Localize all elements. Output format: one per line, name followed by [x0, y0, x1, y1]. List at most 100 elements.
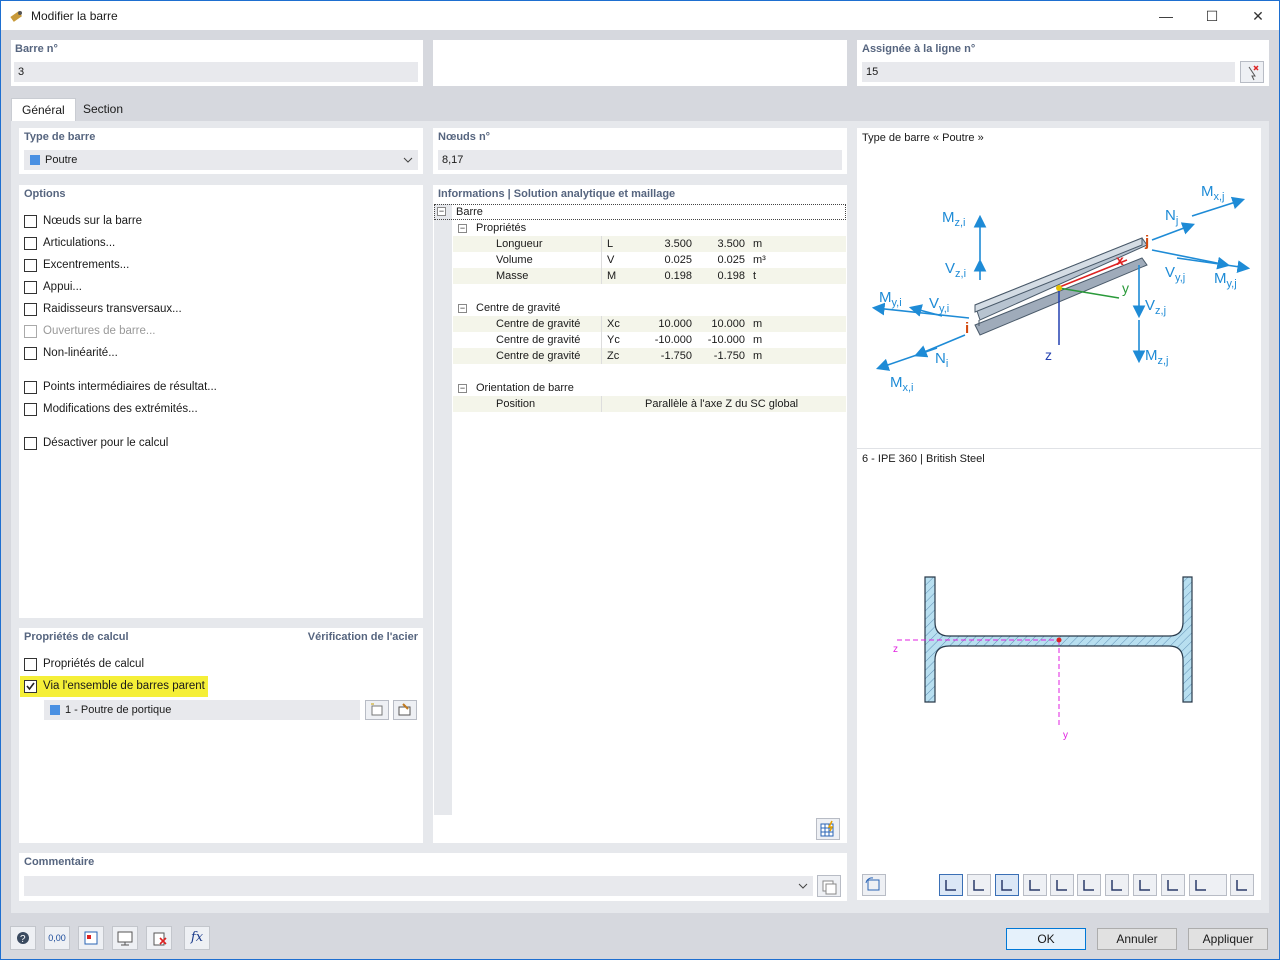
option-label: Désactiver pour le calcul [43, 437, 169, 449]
stress-points-button[interactable] [1023, 874, 1047, 896]
option-checkbox[interactable] [24, 381, 37, 394]
collapse-icon[interactable]: − [458, 224, 467, 233]
option-checkbox[interactable] [24, 437, 37, 450]
y-axis-label: y [1122, 280, 1129, 296]
comment-copy-button[interactable] [817, 875, 841, 897]
rotate-view-icon [865, 877, 880, 891]
option-label: Articulations... [43, 237, 116, 249]
row-value-1: -1.750 [660, 350, 692, 362]
section-view-button[interactable] [939, 874, 963, 896]
tree-data-row[interactable]: Centre de gravité Zc -1.750 -1.750 m [453, 348, 846, 364]
dimension-button[interactable] [967, 874, 991, 896]
tree-data-row[interactable]: Centre de gravité Xc 10.000 10.000 m [453, 316, 846, 332]
reset-button[interactable] [1230, 874, 1254, 896]
nodes-field[interactable]: 8,17 [438, 150, 842, 170]
formula-button[interactable]: fx [184, 926, 210, 950]
minimize-button[interactable]: — [1143, 1, 1189, 31]
nodes-panel: Nœuds n° 8,17 [433, 128, 847, 174]
option-checkbox[interactable] [24, 237, 37, 250]
row-name: Volume [496, 254, 533, 266]
info-label: Informations | Solution analytique et ma… [438, 188, 676, 200]
beam-diagram: x y z i j Mz,i Vz,i My,i Vy,i Ni Mx,i Mx… [871, 183, 1251, 394]
view-button[interactable] [112, 926, 138, 950]
pick-line-button[interactable] [1240, 61, 1264, 83]
row-value-1: 0.025 [664, 254, 692, 266]
section-title: 6 - IPE 360 | British Steel [862, 453, 985, 465]
tree-data-row[interactable]: Masse M 0.198 0.198 t [453, 268, 846, 284]
z-axis-label: z [1045, 347, 1052, 363]
tree-data-row[interactable]: Longueur L 3.500 3.500 m [453, 236, 846, 252]
calc-label: Propriétés de calcul [24, 631, 129, 643]
dimensions-2-button[interactable] [1105, 874, 1129, 896]
tree-group-label: Propriétés [476, 222, 527, 234]
toolbar-icon [1111, 880, 1122, 891]
print-button[interactable] [1189, 874, 1227, 896]
chevron-down-icon [403, 157, 413, 163]
option-checkbox[interactable] [24, 215, 37, 228]
row-symbol: Xc [607, 318, 620, 330]
maximize-button[interactable]: ☐ [1189, 1, 1235, 31]
line-no-field[interactable]: 15 [862, 62, 1235, 82]
option-checkbox[interactable] [24, 347, 37, 360]
row-unit: m³ [753, 254, 766, 266]
grid-button[interactable] [1133, 874, 1157, 896]
tree-group-row[interactable]: − Centre de gravité [453, 300, 846, 316]
member-no-field[interactable]: 3 [14, 62, 418, 82]
svg-text:My,j: My,j [1214, 270, 1237, 290]
option-checkbox[interactable] [24, 281, 37, 294]
option-checkbox[interactable] [24, 403, 37, 416]
tree-data-row[interactable]: Centre de gravité Yc -10.000 -10.000 m [453, 332, 846, 348]
row-unit: m [753, 350, 763, 362]
member-type-select[interactable]: Poutre [24, 150, 418, 170]
row-symbol: V [607, 254, 615, 266]
ok-button[interactable]: OK [1006, 928, 1086, 950]
collapse-icon[interactable]: − [458, 304, 467, 313]
tree-data-row[interactable]: Volume V 0.025 0.025 m³ [453, 252, 846, 268]
edit-set-button[interactable] [393, 700, 417, 720]
units-button[interactable]: 0,00 [44, 926, 70, 950]
member-type-value: Poutre [45, 154, 78, 166]
tree-root-row[interactable] [434, 204, 846, 220]
row-unit: m [753, 238, 763, 250]
row-value-2: 10.000 [711, 318, 745, 330]
help-button[interactable]: ? [10, 926, 36, 950]
collapse-icon[interactable]: − [458, 384, 467, 393]
tree-data-row[interactable]: Position Parallèle à l'axe Z du SC global [453, 396, 846, 412]
tree-group-row[interactable]: − Propriétés [453, 220, 846, 236]
profile-button[interactable] [1077, 874, 1101, 896]
delete-button[interactable] [146, 926, 172, 950]
info-export-button[interactable] [816, 818, 840, 840]
tree-group-row[interactable]: − Orientation de barre [453, 380, 846, 396]
nodes-label: Nœuds n° [438, 131, 491, 143]
svg-text:Vy,j: Vy,j [1165, 264, 1185, 284]
copy-icon [822, 880, 837, 895]
cancel-button[interactable]: Annuler [1097, 928, 1177, 950]
comment-panel: Commentaire [19, 853, 847, 901]
tab-general[interactable]: Général [11, 98, 76, 122]
new-set-button[interactable] [365, 700, 389, 720]
steel-check-link[interactable]: Vérification de l'acier [308, 631, 418, 643]
display-button[interactable] [78, 926, 104, 950]
parent-set-checkbox[interactable] [24, 680, 37, 693]
section-diagram: z y [893, 576, 1193, 741]
calc-props-checkbox[interactable] [24, 658, 37, 671]
line-panel: Assignée à la ligne n° 15 [857, 40, 1269, 86]
row-value-1: 10.000 [658, 318, 692, 330]
close-button[interactable]: ✕ [1235, 1, 1280, 31]
option-checkbox[interactable] [24, 259, 37, 272]
option-checkbox[interactable] [24, 303, 37, 316]
axes-button[interactable] [995, 874, 1019, 896]
centerline-button[interactable] [1050, 874, 1074, 896]
collapse-icon[interactable]: − [437, 207, 446, 216]
delete-icon [153, 932, 167, 946]
member-set-field[interactable]: 1 - Poutre de portique [44, 700, 360, 720]
points-button[interactable] [1161, 874, 1185, 896]
toolbar-icon [1236, 880, 1247, 891]
line-no-label: Assignée à la ligne n° [862, 43, 976, 55]
svg-text:Mz,i: Mz,i [942, 209, 966, 229]
section-y-label: y [1063, 730, 1068, 741]
tab-section[interactable]: Section [73, 98, 133, 120]
comment-input[interactable] [24, 876, 813, 896]
apply-button[interactable]: Appliquer [1188, 928, 1268, 950]
view-rotate-button[interactable] [862, 874, 886, 896]
